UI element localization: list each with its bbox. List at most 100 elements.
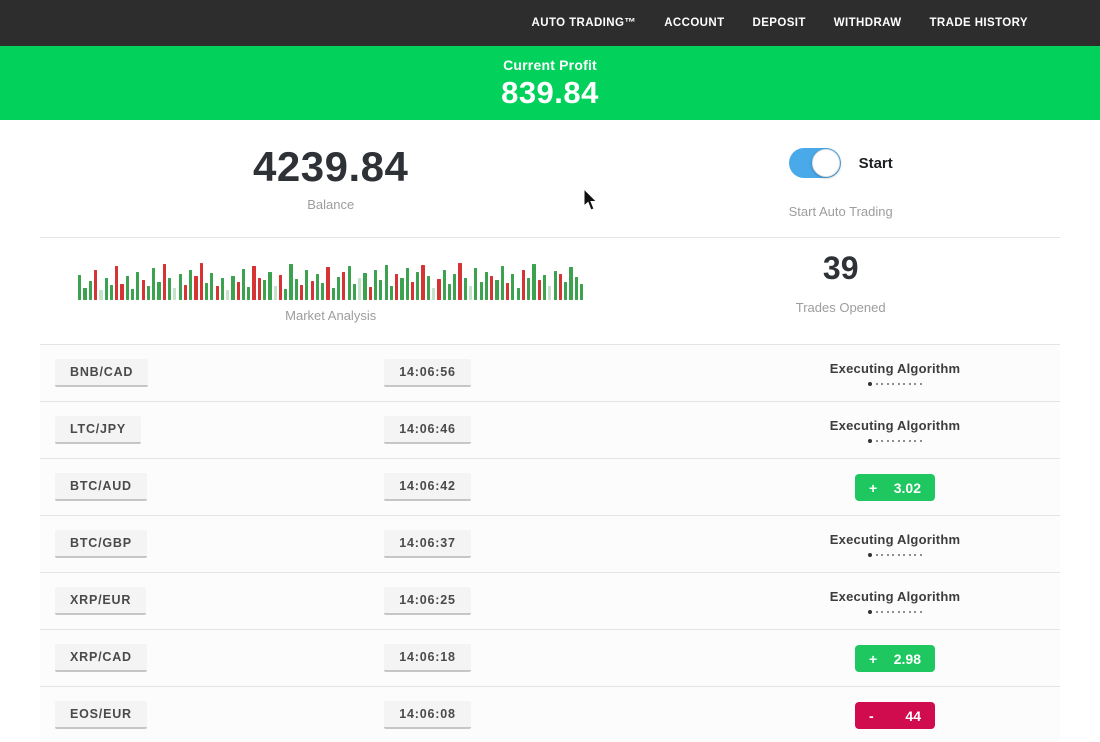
market-analysis-chart — [78, 260, 583, 300]
current-profit-label: Current Profit — [0, 57, 1100, 73]
market-bar — [326, 267, 329, 300]
market-bar — [237, 282, 240, 300]
market-bar — [152, 268, 155, 300]
market-bar — [126, 276, 129, 300]
market-bar — [358, 278, 361, 300]
market-bar — [311, 281, 314, 300]
market-bar — [305, 270, 308, 300]
pair-chip[interactable]: BNB/CAD — [55, 359, 148, 387]
market-bar — [337, 277, 340, 300]
auto-trading-app: AUTO TRADING™ ACCOUNT DEPOSIT WITHDRAW TRADE… — [0, 0, 1100, 742]
market-bar — [136, 272, 139, 300]
market-bar — [147, 286, 150, 300]
trade-row: BTC/GBP 14:06:37 Executing Algorithm — [40, 515, 1060, 572]
market-bar — [157, 282, 160, 300]
trades-table: BNB/CAD 14:06:56 Executing Algorithm LTC… — [40, 344, 1060, 742]
trade-row: BTC/AUD 14:06:42 +3.02 — [40, 458, 1060, 515]
market-bar — [464, 278, 467, 300]
market-bar — [210, 273, 213, 300]
time-chip[interactable]: 14:06:18 — [384, 644, 470, 672]
nav-item-trade-history[interactable]: TRADE HISTORY — [930, 17, 1029, 29]
market-bar — [105, 278, 108, 300]
market-bar — [300, 285, 303, 300]
trade-status: +2.98 — [785, 630, 1005, 687]
pair-chip[interactable]: BTC/AUD — [55, 473, 147, 501]
market-bar — [231, 276, 234, 300]
market-bar — [163, 264, 166, 300]
market-bar — [390, 286, 393, 300]
badge-sign: + — [869, 480, 877, 496]
pair-chip[interactable]: EOS/EUR — [55, 701, 147, 729]
pair-chip[interactable]: XRP/CAD — [55, 644, 147, 672]
time-chip[interactable]: 14:06:37 — [384, 530, 470, 558]
pair-chip[interactable]: XRP/EUR — [55, 587, 146, 615]
market-bar — [131, 289, 134, 300]
market-bar — [252, 266, 255, 300]
time-chip[interactable]: 14:06:08 — [384, 701, 470, 729]
nav-item-withdraw[interactable]: WITHDRAW — [834, 17, 902, 29]
market-bar — [83, 288, 86, 300]
time-chip[interactable]: 14:06:42 — [384, 473, 470, 501]
market-analysis-label: Market Analysis — [40, 308, 621, 323]
market-bar — [348, 266, 351, 300]
market-bar — [559, 274, 562, 300]
market-bar — [142, 280, 145, 300]
market-bar — [406, 268, 409, 300]
trade-status: Executing Algorithm — [785, 345, 1005, 402]
market-bar — [295, 279, 298, 300]
market-bar — [226, 290, 229, 300]
pair-chip[interactable]: LTC/JPY — [55, 416, 141, 444]
pair-chip[interactable]: BTC/GBP — [55, 530, 147, 558]
market-bar — [332, 288, 335, 300]
auto-trading-toggle[interactable] — [789, 148, 841, 178]
market-bar — [289, 264, 292, 300]
nav-item-deposit[interactable]: DEPOSIT — [753, 17, 806, 29]
market-bar — [495, 280, 498, 300]
badge-value: 44 — [905, 708, 921, 724]
toggle-knob-icon — [812, 149, 840, 177]
top-nav: AUTO TRADING™ ACCOUNT DEPOSIT WITHDRAW TRADE… — [0, 0, 1100, 46]
market-bar — [179, 274, 182, 300]
market-bar — [363, 273, 366, 300]
toggle-label: Start — [859, 155, 893, 172]
nav-item-account[interactable]: ACCOUNT — [664, 17, 724, 29]
market-bar — [564, 282, 567, 300]
balance-block: 4239.84 Balance — [40, 120, 621, 237]
market-bar — [474, 268, 477, 300]
market-bar — [173, 288, 176, 300]
executing-label: Executing Algorithm — [830, 532, 960, 547]
trade-status: +3.02 — [785, 459, 1005, 516]
market-bar — [527, 278, 530, 300]
market-bar — [522, 270, 525, 300]
progress-dots-icon — [868, 439, 922, 443]
nav-item-auto-trading[interactable]: AUTO TRADING™ — [532, 17, 637, 29]
loss-badge: - 44 — [855, 702, 935, 729]
market-bar — [458, 263, 461, 300]
market-bar — [379, 280, 382, 300]
time-chip[interactable]: 14:06:25 — [384, 587, 470, 615]
market-bar — [580, 284, 583, 300]
executing-label: Executing Algorithm — [830, 418, 960, 433]
auto-trading-block: Start Start Auto Trading — [621, 120, 1060, 237]
badge-value: 3.02 — [894, 480, 921, 496]
badge-sign: - — [869, 708, 874, 724]
balance-label: Balance — [40, 197, 621, 212]
time-chip[interactable]: 14:06:56 — [384, 359, 470, 387]
time-chip[interactable]: 14:06:46 — [384, 416, 470, 444]
market-bar — [242, 269, 245, 300]
market-analysis-block: Market Analysis — [40, 238, 621, 344]
market-bar — [511, 274, 514, 300]
market-bar — [247, 287, 250, 300]
balance-value: 4239.84 — [40, 143, 621, 191]
market-bar — [437, 279, 440, 300]
market-bar — [532, 264, 535, 300]
progress-dots-icon — [868, 553, 922, 557]
trade-status: Executing Algorithm — [785, 573, 1005, 630]
market-bar — [400, 278, 403, 300]
market-bar — [194, 276, 197, 300]
market-bar — [168, 278, 171, 300]
market-bar — [548, 286, 551, 300]
market-bar — [485, 272, 488, 300]
market-bar — [321, 283, 324, 300]
market-bar — [569, 267, 572, 300]
